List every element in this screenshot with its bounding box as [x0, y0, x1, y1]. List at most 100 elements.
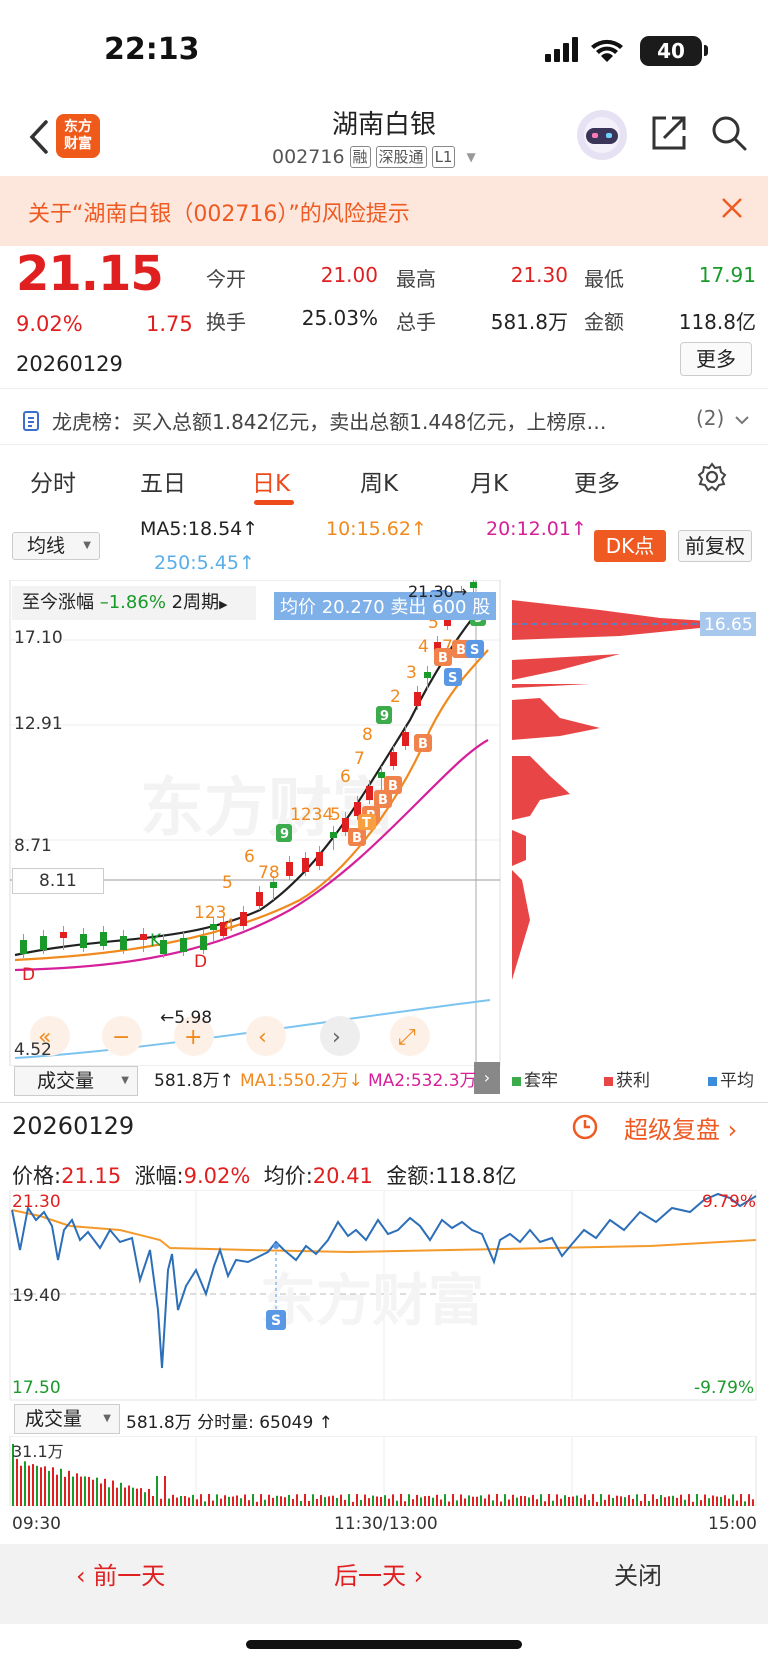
- volume-bar: [656, 1499, 658, 1506]
- volume-bar: [684, 1499, 686, 1506]
- svg-text:B: B: [388, 779, 398, 794]
- volume-bar: [52, 1467, 54, 1506]
- dk-point-button[interactable]: DK点: [594, 530, 666, 562]
- volume-bar: [60, 1468, 62, 1506]
- tab-weekly-k[interactable]: 周K: [360, 464, 398, 498]
- intraday-y-top: 21.30: [12, 1192, 61, 1212]
- close-button[interactable]: 关闭: [614, 1556, 662, 1591]
- tab-five-day[interactable]: 五日: [140, 464, 186, 498]
- volume-bar: [240, 1498, 242, 1506]
- volume-bar: [372, 1495, 374, 1506]
- volume-bar: [268, 1494, 270, 1506]
- volume-bar: [224, 1495, 226, 1506]
- volume-bar: [452, 1494, 454, 1506]
- volume-bar: [368, 1498, 370, 1506]
- volume-max-label: 31.1万: [12, 1442, 64, 1461]
- volume-selector[interactable]: 成交量 ▼: [14, 1066, 138, 1096]
- volume-bar: [36, 1465, 38, 1506]
- svg-text:S: S: [448, 671, 457, 686]
- forward-adjust-button[interactable]: 前复权: [678, 530, 752, 562]
- svg-text:123: 123: [194, 903, 226, 923]
- volume-bar: [696, 1494, 698, 1506]
- candle: [414, 692, 421, 706]
- volume-bar: [540, 1494, 542, 1506]
- volume-value: 581.8万↑: [154, 1071, 234, 1091]
- longhubang-count[interactable]: (2): [696, 406, 724, 430]
- volume-bar: [624, 1497, 626, 1506]
- active-tab-indicator: [254, 500, 294, 505]
- search-icon[interactable]: [710, 114, 748, 152]
- volume-bar: [728, 1498, 730, 1506]
- high-marker: 21.30→: [408, 582, 468, 601]
- volume-bar: [468, 1495, 470, 1506]
- volume-bar: [628, 1495, 630, 1506]
- longhubang-text[interactable]: 龙虎榜：买入总额1.842亿元，卖出总额1.448亿元，上榜原…: [52, 406, 607, 435]
- label-volume: 总手: [396, 310, 436, 334]
- value-high: 21.30: [510, 263, 568, 287]
- period-gain-box[interactable]: 至今涨幅 –1.86% 2周期▶: [12, 586, 256, 620]
- svg-text:78: 78: [258, 863, 280, 883]
- gear-icon[interactable]: [697, 462, 727, 492]
- divider: [0, 388, 768, 389]
- tab-more[interactable]: 更多: [574, 464, 620, 498]
- volume-bar: [668, 1496, 670, 1506]
- candle: [100, 932, 107, 946]
- volume-bar: [84, 1476, 86, 1506]
- value-amount: 118.8亿: [678, 310, 756, 334]
- volume-bar: [704, 1494, 706, 1506]
- candle: [180, 938, 187, 952]
- share-icon[interactable]: [650, 114, 688, 152]
- gain-label: 至今涨幅: [22, 592, 94, 613]
- intraday-volume-selector[interactable]: 成交量 ▼: [14, 1404, 120, 1434]
- chart-scroll-right-icon[interactable]: ›: [474, 1062, 500, 1094]
- value-turnover: 25.03%: [301, 306, 378, 330]
- volume-bar: [632, 1498, 634, 1506]
- volume-bar: [212, 1500, 214, 1506]
- volume-bar: [392, 1494, 394, 1506]
- svg-text:+: +: [184, 1025, 202, 1050]
- ma-selector[interactable]: 均线 ▼: [12, 532, 100, 560]
- volume-bar: [92, 1479, 94, 1506]
- tag-margin: 融: [349, 146, 371, 168]
- replay-clock-icon[interactable]: [570, 1112, 600, 1142]
- svg-text:6: 6: [244, 847, 255, 867]
- volume-bar: [208, 1494, 210, 1506]
- next-day-button[interactable]: 后一天 ›: [334, 1556, 423, 1591]
- volume-ma1: MA1:550.2万↓: [240, 1071, 363, 1091]
- crosshair-price: 8.11: [12, 868, 104, 894]
- volume-bar: [124, 1487, 126, 1506]
- volume-bar: [32, 1464, 34, 1506]
- volume-bar: [260, 1494, 262, 1506]
- stock-code-row[interactable]: 002716 融 深股通 L1 ▼: [272, 146, 476, 168]
- tab-intraday[interactable]: 分时: [30, 464, 76, 498]
- volume-bar: [280, 1496, 282, 1506]
- volume-bar: [232, 1496, 234, 1506]
- gain-period: 2周期: [171, 592, 220, 613]
- volume-bar: [460, 1494, 462, 1506]
- volume-bar: [252, 1494, 254, 1506]
- assistant-robot-icon[interactable]: [574, 108, 630, 162]
- tab-monthly-k[interactable]: 月K: [470, 464, 508, 498]
- candle: [316, 852, 323, 866]
- volume-bar: [492, 1500, 494, 1506]
- candle: [470, 582, 477, 588]
- volume-bar: [276, 1495, 278, 1506]
- volume-bar: [464, 1498, 466, 1506]
- close-icon[interactable]: [720, 196, 744, 220]
- prev-day-button[interactable]: ‹ 前一天: [76, 1556, 165, 1591]
- chevron-down-icon[interactable]: [734, 414, 750, 426]
- y-label: 4.52: [14, 1040, 52, 1060]
- risk-banner-text[interactable]: 关于“湖南白银（002716）”的风险提示: [28, 196, 410, 228]
- y-label: 12.91: [14, 714, 63, 734]
- volume-bar: [248, 1500, 250, 1506]
- tab-daily-k[interactable]: 日K: [252, 464, 290, 498]
- kline-chart[interactable]: 东方财富 D D K 123 5 4 6 78 1234 5 6 7 8 2 3…: [0, 580, 768, 1066]
- intraday-chart[interactable]: 东方财富 S: [0, 1190, 768, 1410]
- chip-avg-price: 16.65: [704, 615, 753, 635]
- svg-text:9: 9: [380, 709, 389, 724]
- volume-bar: [72, 1476, 74, 1506]
- super-replay-link[interactable]: 超级复盘 ›: [624, 1110, 737, 1145]
- caret-down-icon: ▼: [466, 150, 476, 164]
- more-button[interactable]: 更多: [680, 342, 752, 376]
- volume-bar: [220, 1498, 222, 1506]
